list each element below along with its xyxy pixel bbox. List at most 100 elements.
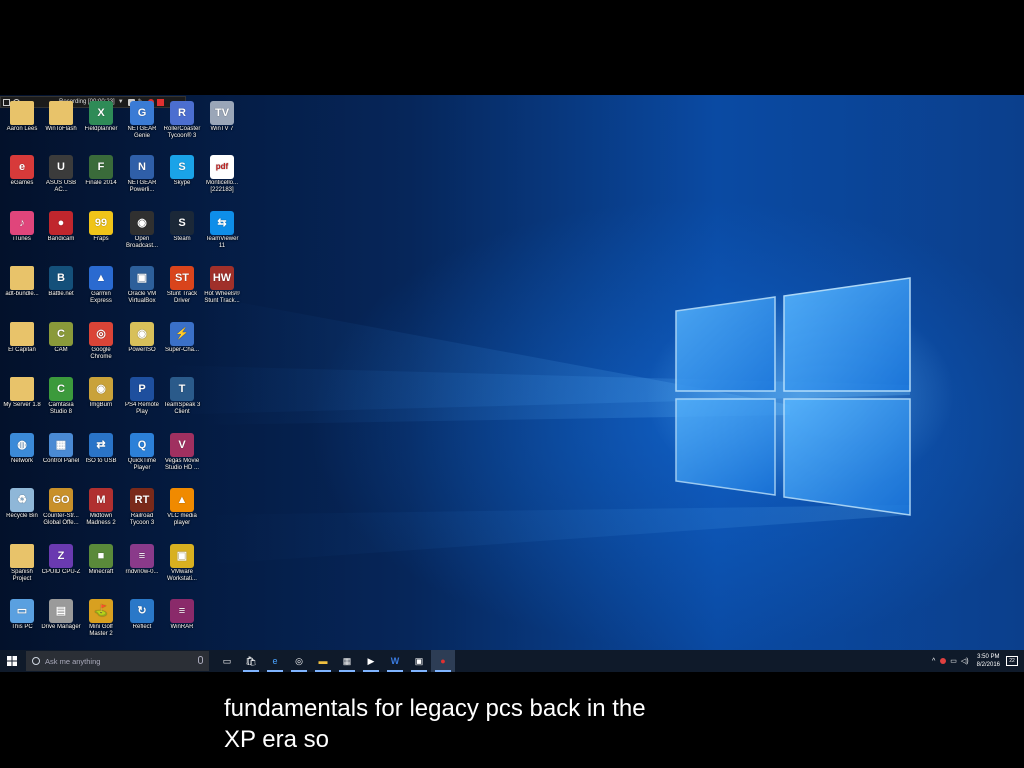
desktop-icon[interactable]: ◉ Open Broadcast...: [122, 211, 162, 250]
desktop-icon[interactable]: ♪ iTunes: [2, 211, 42, 243]
clock-time: 3:50 PM: [977, 654, 1000, 660]
desktop-icon[interactable]: ◉ ImgBurn: [81, 377, 121, 409]
desktop-icon-label: QuickTime Player: [127, 458, 157, 471]
chevron-up-icon[interactable]: ^: [932, 658, 935, 665]
desktop-icon[interactable]: GO Counter-Str... Global Offe...: [41, 488, 81, 527]
desktop-icon[interactable]: ▲ VLC media player: [162, 488, 202, 527]
desktop-icon[interactable]: M Midtown Madness 2: [81, 488, 121, 527]
word-icon[interactable]: W: [383, 650, 407, 672]
minecraft-icon: ■: [89, 544, 113, 568]
desktop-icon-label: RollerCoaster Tycoon® 3: [163, 126, 201, 139]
desktop-icon[interactable]: ◉ PowerISO: [122, 322, 162, 354]
search-placeholder: Ask me anything: [45, 656, 101, 666]
desktop-icon[interactable]: HW Hot Wheels® Stunt Track...: [202, 266, 242, 305]
desktop-icon-label: Camtasia Studio 8: [48, 402, 74, 415]
action-center-icon[interactable]: 22: [1006, 656, 1018, 666]
desktop-icon-label: WinTV 7: [210, 126, 234, 132]
desktop-icon[interactable]: ⚡ Super-Cha...: [162, 322, 202, 354]
desktop-icon[interactable]: ▭ This PC: [2, 599, 42, 631]
desktop-icon[interactable]: Z CPUID CPU-Z: [41, 544, 81, 576]
clock[interactable]: 3:50 PM 8/2/2016: [977, 653, 1000, 669]
folder-icon: [10, 101, 34, 125]
desktop-icon[interactable]: ⛳ Mini Golf Master 2: [81, 599, 121, 638]
volume-icon[interactable]: ◁): [961, 657, 969, 665]
desktop-icon[interactable]: S Steam: [162, 211, 202, 243]
desktop-icon[interactable]: ◎ Google Chrome: [81, 322, 121, 361]
desktop-icon-label: iTunes: [13, 236, 31, 242]
desktop-icon[interactable]: El Capitan: [2, 322, 42, 354]
desktop-icon-label: Counter-Str... Global Offe...: [43, 513, 79, 526]
desktop-icon-label: Finale 2014: [85, 180, 117, 186]
desktop-icon-label: ASUS USB AC...: [45, 180, 77, 193]
desktop-icon-label: NETGEAR Genie: [127, 126, 157, 139]
desktop-icon[interactable]: ▤ Drive Manager: [41, 599, 81, 631]
desktop-icon[interactable]: adt-bundle...: [2, 266, 42, 298]
desktop-icon[interactable]: WinToFlash: [41, 101, 81, 133]
desktop-icon[interactable]: C Camtasia Studio 8: [41, 377, 81, 416]
chrome-icon[interactable]: ◎: [287, 650, 311, 672]
mini-golf-icon: ⛳: [89, 599, 113, 623]
desktop-icon[interactable]: ▲ Garmin Express: [81, 266, 121, 305]
desktop-icon[interactable]: R RollerCoaster Tycoon® 3: [162, 101, 202, 140]
desktop-icon-label: VLC media player: [167, 513, 197, 526]
bandicam-icon[interactable]: ●: [431, 650, 455, 672]
virtualbox-icon: ▣: [130, 266, 154, 290]
desktop-icon[interactable]: ▦ Control Panel: [41, 433, 81, 465]
file-explorer-icon[interactable]: ▬: [311, 650, 335, 672]
desktop-icon[interactable]: ▣ VMware Workstati...: [162, 544, 202, 583]
desktop-icon[interactable]: S Skype: [162, 155, 202, 187]
desktop-icon[interactable]: My Server 1.8: [2, 377, 42, 409]
desktop-icon[interactable]: ◍ Network: [2, 433, 42, 465]
desktop-icon[interactable]: T TeamSpeak 3 Client: [162, 377, 202, 416]
desktop-icon[interactable]: e eGames: [2, 155, 42, 187]
desktop-icon[interactable]: RT Railroad Tycoon 3: [122, 488, 162, 527]
caption-line-2: XP era so: [224, 726, 329, 753]
desktop-icon[interactable]: Q QuickTime Player: [122, 433, 162, 472]
desktop-icon[interactable]: ⇄ ISO to USB: [81, 433, 121, 465]
desktop-icon-label: Fieldplanner: [84, 126, 118, 132]
camtasia-icon: C: [49, 377, 73, 401]
microphone-icon[interactable]: [198, 656, 203, 664]
desktop-icon[interactable]: TV WinTV 7: [202, 101, 242, 133]
desktop-icon[interactable]: pdf Monticello... [222183]: [202, 155, 242, 194]
hot-wheels-icon: HW: [210, 266, 234, 290]
desktop-icon[interactable]: ≡ rndvn0w-0...: [122, 544, 162, 576]
teamviewer-icon: ⇆: [210, 211, 234, 235]
desktop-icon[interactable]: ≡ WinRAR: [162, 599, 202, 631]
video-caption: fundamentals for legacy pcs back in the …: [224, 693, 646, 755]
desktop-icon[interactable]: B Battle.net: [41, 266, 81, 298]
desktop-icon[interactable]: C CAM: [41, 322, 81, 354]
media-player-icon[interactable]: ▶: [359, 650, 383, 672]
desktop-icon[interactable]: N NETGEAR Powerli...: [122, 155, 162, 194]
store-icon[interactable]: ▦: [335, 650, 359, 672]
desktop-icon-label: Steam: [173, 236, 191, 242]
store-bag-icon[interactable]: 🛍: [239, 650, 263, 672]
desktop-icon[interactable]: Aaron Lees: [2, 101, 42, 133]
csgo-icon: GO: [49, 488, 73, 512]
desktop-icon[interactable]: F Finale 2014: [81, 155, 121, 187]
edge-icon[interactable]: e: [263, 650, 287, 672]
desktop-icon[interactable]: U ASUS USB AC...: [41, 155, 81, 194]
desktop-icon[interactable]: ● Bandicam: [41, 211, 81, 243]
antivirus-icon[interactable]: [940, 658, 947, 664]
cortana-search-box[interactable]: Ask me anything: [26, 651, 209, 671]
desktop-icon[interactable]: ♻ Recycle Bin: [2, 488, 42, 520]
task-view-icon[interactable]: ▭: [215, 650, 239, 672]
desktop-icon[interactable]: 99 Fraps: [81, 211, 121, 243]
desktop-icon[interactable]: P PS4 Remote Play: [122, 377, 162, 416]
desktop-icon[interactable]: ⇆ TeamViewer 11: [202, 211, 242, 250]
virtualbox-icon[interactable]: ▣: [407, 650, 431, 672]
desktop-icon[interactable]: ■ Minecraft: [81, 544, 121, 576]
start-button[interactable]: [0, 650, 24, 672]
desktop-icon-label: NETGEAR Powerli...: [127, 180, 157, 193]
desktop-icon[interactable]: Spanish Project: [2, 544, 42, 583]
desktop-icon[interactable]: ST Stunt Track Driver: [162, 266, 202, 305]
desktop-icon[interactable]: V Vegas Movie Studio HD ...: [162, 433, 202, 472]
desktop-icon[interactable]: ▣ Oracle VM VirtualBox: [122, 266, 162, 305]
desktop-icon-label: This PC: [11, 624, 33, 630]
desktop-icon[interactable]: G NETGEAR Genie: [122, 101, 162, 140]
network-icon[interactable]: ▭: [950, 657, 957, 665]
desktop-icon[interactable]: ↻ Reflect: [122, 599, 162, 631]
desktop-icon[interactable]: X Fieldplanner: [81, 101, 121, 133]
desktop-icon-label: Skype: [173, 180, 191, 186]
